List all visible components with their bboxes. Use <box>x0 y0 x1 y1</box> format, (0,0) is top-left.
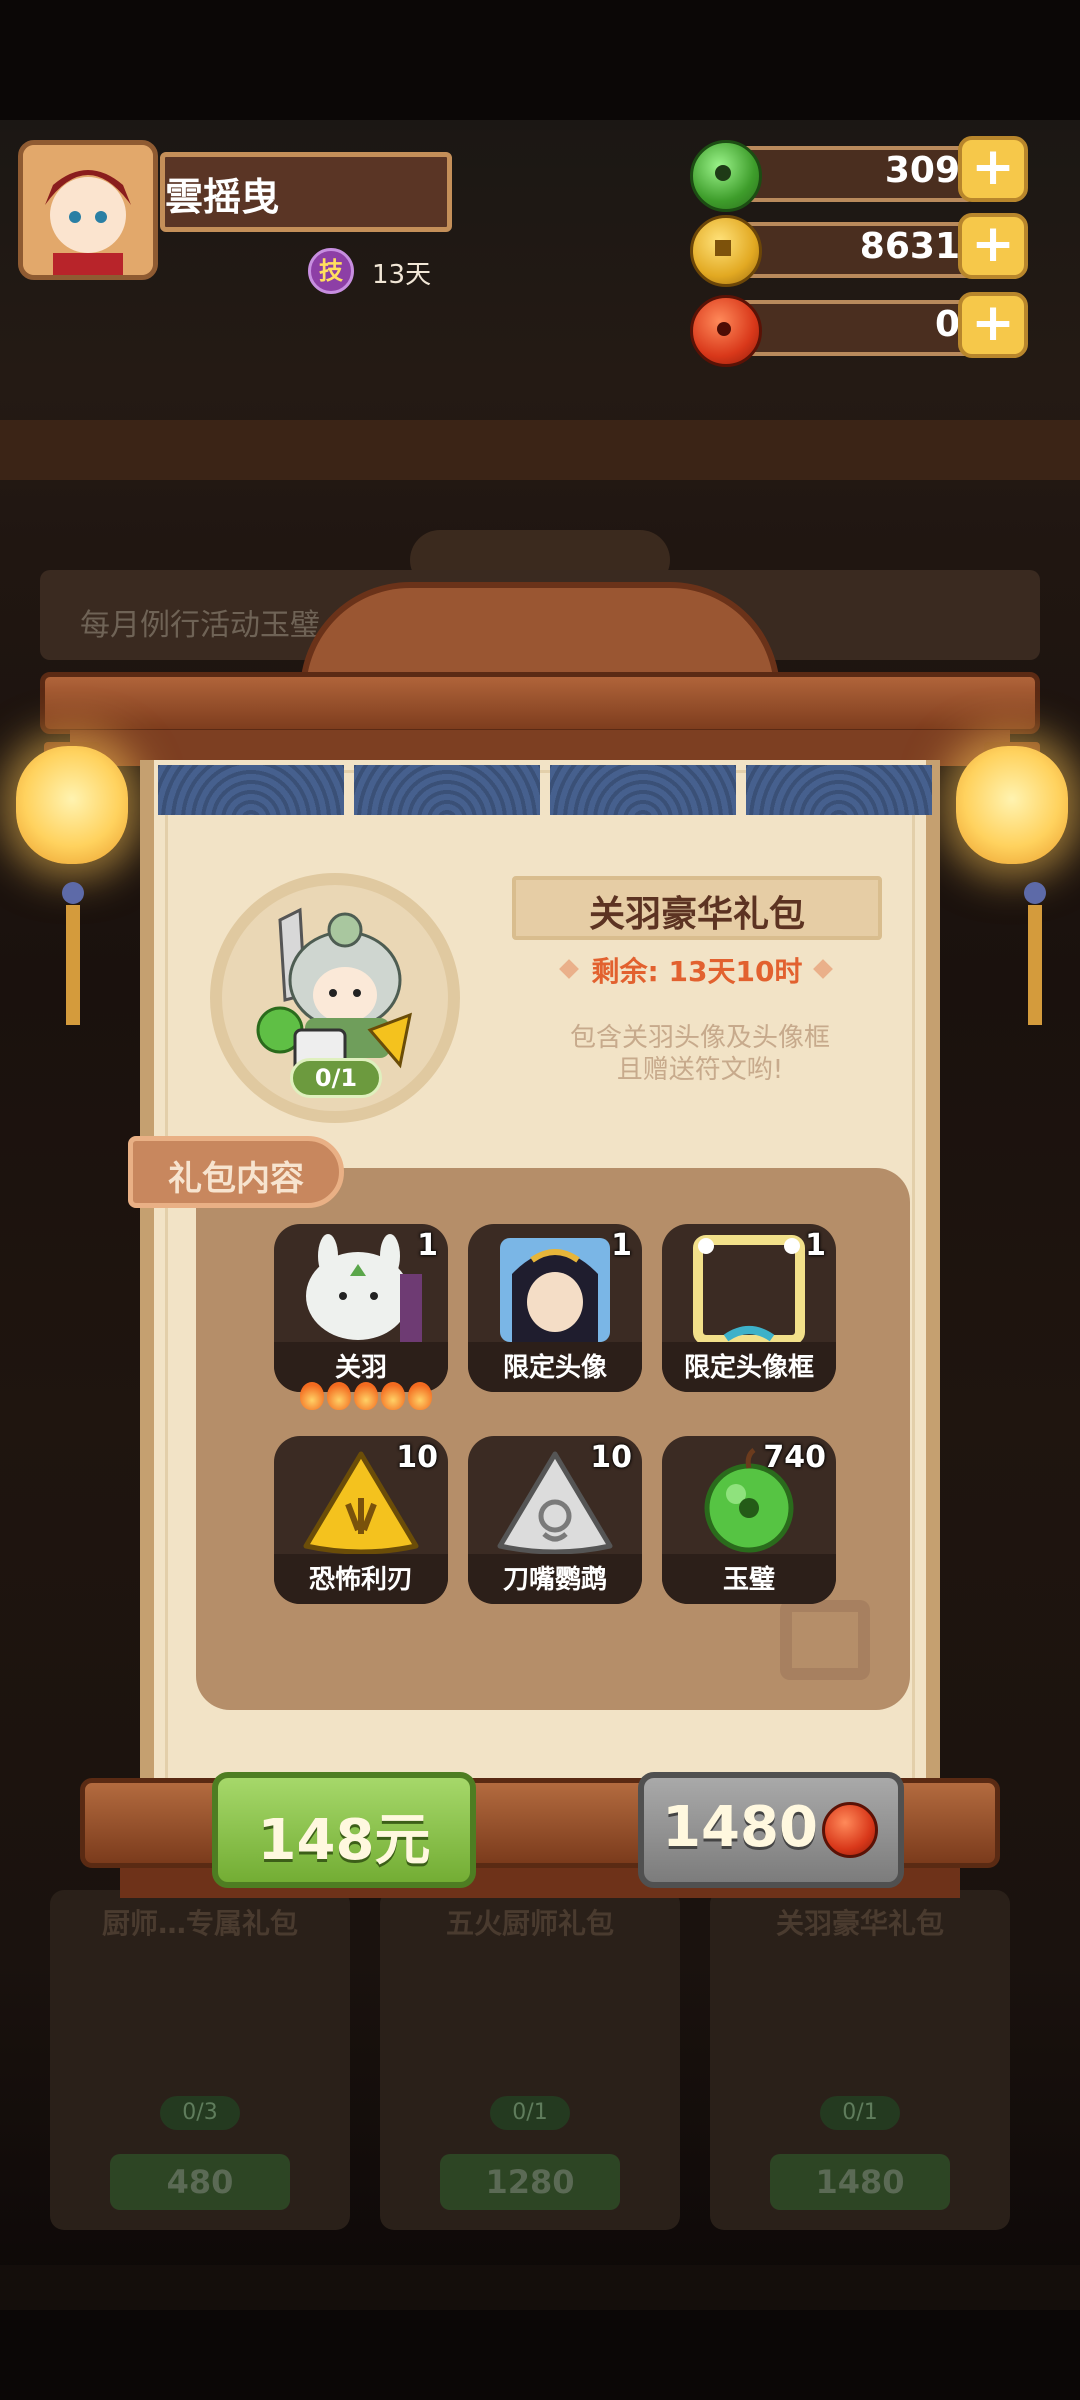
add-gem-button[interactable]: + <box>958 292 1028 358</box>
item-name: 限定头像 <box>502 1353 607 1383</box>
avatar-frame-icon <box>693 1235 805 1344</box>
background-pack-card: 关羽豪华礼包 0/1 1480 <box>710 1890 1010 2230</box>
item-quantity: 1 <box>417 1228 438 1263</box>
background-bottom-bar <box>0 2265 1080 2310</box>
background-card-price: 1480 <box>770 2154 950 2210</box>
item-name: 恐怖利刃 <box>308 1565 413 1595</box>
item-name: 限定头像框 <box>683 1353 814 1383</box>
background-card-title: 五火厨师礼包 <box>445 1907 614 1940</box>
lantern-bead <box>1024 882 1046 904</box>
red-jade-icon <box>690 295 762 367</box>
pack-title: 关羽豪华礼包 <box>588 894 805 935</box>
background-banner-text: 每月例行活动玉璧… <box>80 608 350 643</box>
player-portrait-icon <box>23 145 153 275</box>
skill-badge-icon[interactable]: 技 <box>308 248 354 294</box>
gem-count: 0 <box>934 304 960 345</box>
guan-yu-character-icon <box>306 1234 422 1344</box>
item-name: 玉璧 <box>722 1565 775 1595</box>
flame-star-icon <box>408 1382 432 1410</box>
right-lantern-icon <box>956 746 1068 864</box>
pack-contents-label: 礼包内容 <box>168 1159 304 1199</box>
pack-item-blade-parrot[interactable]: 刀嘴鹦鹉 10 <box>468 1436 642 1604</box>
pack-item-terror-blade[interactable]: 恐怖利刃 10 <box>274 1436 448 1604</box>
item-quantity: 1 <box>805 1228 826 1263</box>
add-jade-button[interactable]: + <box>958 136 1028 202</box>
wave-pattern-tile <box>746 765 932 815</box>
pack-item-guan-yu[interactable]: 关羽 1 <box>274 1224 448 1392</box>
jade-count: 309 <box>884 150 960 191</box>
background-shelf <box>0 420 1080 480</box>
background-card-price: 1280 <box>440 2154 620 2210</box>
cash-price[interactable]: 148元 <box>212 1795 476 1876</box>
pack-description: 包含关羽头像及头像框 且赠送符文哟! <box>569 1023 830 1085</box>
item-name: 刀嘴鹦鹉 <box>502 1565 607 1595</box>
flame-star-icon <box>381 1382 405 1410</box>
gem-price[interactable]: 1480 <box>660 1795 820 1860</box>
item-quantity: 1 <box>611 1228 632 1263</box>
item-name: 关羽 <box>334 1353 387 1383</box>
background-card-count: 0/1 <box>490 2096 570 2130</box>
background-card-price: 480 <box>110 2154 290 2210</box>
background-card-count: 0/3 <box>160 2096 240 2130</box>
lantern-tassel <box>1028 905 1042 1025</box>
portrait-avatar-icon <box>500 1238 610 1342</box>
pack-item-limited-avatar[interactable]: 限定头像 1 <box>468 1224 642 1392</box>
jade-disc-icon <box>690 140 762 212</box>
gold-coin-icon <box>690 215 762 287</box>
background-card-title: 关羽豪华礼包 <box>775 1907 944 1940</box>
flame-star-icon <box>354 1382 378 1410</box>
player-avatar[interactable] <box>18 140 158 280</box>
background-pack-card: 厨师…专属礼包 0/3 480 <box>50 1890 350 2230</box>
background-pack-cards: 厨师…专属礼包 0/3 480 五火厨师礼包 0/1 1280 关羽豪华礼包 0… <box>50 1890 1010 2230</box>
cloud-swirl-ornament <box>780 1600 870 1680</box>
skill-days-remaining: 13天 <box>372 260 432 290</box>
wave-pattern-tile <box>550 765 736 815</box>
coin-count: 8631 <box>859 226 960 267</box>
background-card-count: 0/1 <box>820 2096 900 2130</box>
background-card-title: 厨师…专属礼包 <box>101 1907 298 1940</box>
purchase-progress: 0/1 <box>290 1058 382 1098</box>
guan-yu-character-icon <box>250 900 420 1080</box>
player-name: 雲摇曳 <box>165 175 280 219</box>
pack-item-jade[interactable]: 玉璧 740 <box>662 1436 836 1604</box>
flame-star-icon <box>300 1382 324 1410</box>
item-quantity: 10 <box>590 1440 632 1475</box>
lantern-bead <box>62 882 84 904</box>
red-jade-icon <box>822 1802 878 1858</box>
dialog-roof-beam <box>40 672 1040 734</box>
item-quantity: 10 <box>396 1440 438 1475</box>
add-coin-button[interactable]: + <box>958 213 1028 279</box>
item-quantity: 740 <box>763 1440 826 1475</box>
background-pack-card: 五火厨师礼包 0/1 1280 <box>380 1890 680 2230</box>
wave-pattern-tile <box>158 765 344 815</box>
star-rating <box>300 1382 435 1414</box>
flame-star-icon <box>327 1382 351 1410</box>
left-lantern-icon <box>16 746 128 864</box>
pack-item-limited-frame[interactable]: 限定头像框 1 <box>662 1224 836 1392</box>
wave-pattern-tile <box>354 765 540 815</box>
lantern-tassel <box>66 905 80 1025</box>
